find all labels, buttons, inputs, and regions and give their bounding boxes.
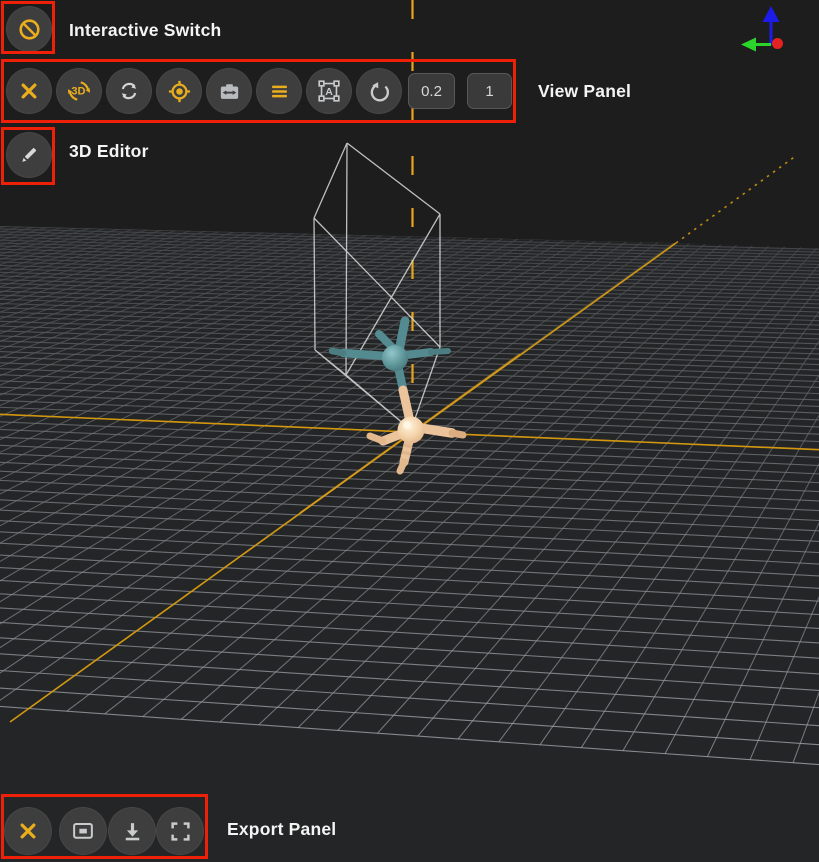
editor-3d-label: 3D Editor xyxy=(69,141,149,162)
fullscreen-icon xyxy=(167,818,194,845)
ground-plane xyxy=(0,227,819,862)
picture-in-picture-icon xyxy=(69,817,97,845)
cycle-icon xyxy=(116,78,142,104)
close-icon xyxy=(16,78,42,104)
view-panel-label: View Panel xyxy=(538,81,631,102)
speed-value-box[interactable]: 0.2 xyxy=(408,73,455,109)
scale-value: 1 xyxy=(485,83,493,100)
menu-button[interactable] xyxy=(256,68,302,114)
pencil-icon xyxy=(16,142,42,168)
select-text-box-icon: A xyxy=(315,77,343,105)
close-icon xyxy=(15,818,41,844)
camera-pan-icon xyxy=(216,78,243,105)
3d-viewport[interactable] xyxy=(0,0,819,862)
svg-text:A: A xyxy=(325,86,333,98)
menu-icon xyxy=(266,78,293,105)
speed-value: 0.2 xyxy=(421,83,442,100)
svg-text:3D: 3D xyxy=(71,86,85,98)
target-icon xyxy=(166,78,193,105)
download-icon xyxy=(119,818,146,845)
cycle-button[interactable] xyxy=(106,68,152,114)
rotate-3d-icon: 3D xyxy=(65,77,93,105)
camera-pan-button[interactable] xyxy=(206,68,252,114)
rotate-ccw-icon xyxy=(366,78,393,105)
3d-editor-app: 3D xyxy=(0,0,819,862)
select-text-box-button[interactable]: A xyxy=(306,68,352,114)
editor-3d-button[interactable] xyxy=(6,132,52,178)
ban-icon xyxy=(16,16,43,43)
export-panel-label: Export Panel xyxy=(227,819,336,840)
export-close-button[interactable] xyxy=(4,807,52,855)
download-button[interactable] xyxy=(108,807,156,855)
view-close-button[interactable] xyxy=(6,68,52,114)
rotate-ccw-button[interactable] xyxy=(356,68,402,114)
target-button[interactable] xyxy=(156,68,202,114)
scale-value-box[interactable]: 1 xyxy=(467,73,512,109)
fullscreen-button[interactable] xyxy=(156,807,204,855)
rotate-3d-button[interactable]: 3D xyxy=(56,68,102,114)
interactive-switch-button[interactable] xyxy=(6,6,52,52)
picture-in-picture-button[interactable] xyxy=(59,807,107,855)
interactive-switch-label: Interactive Switch xyxy=(69,20,221,41)
